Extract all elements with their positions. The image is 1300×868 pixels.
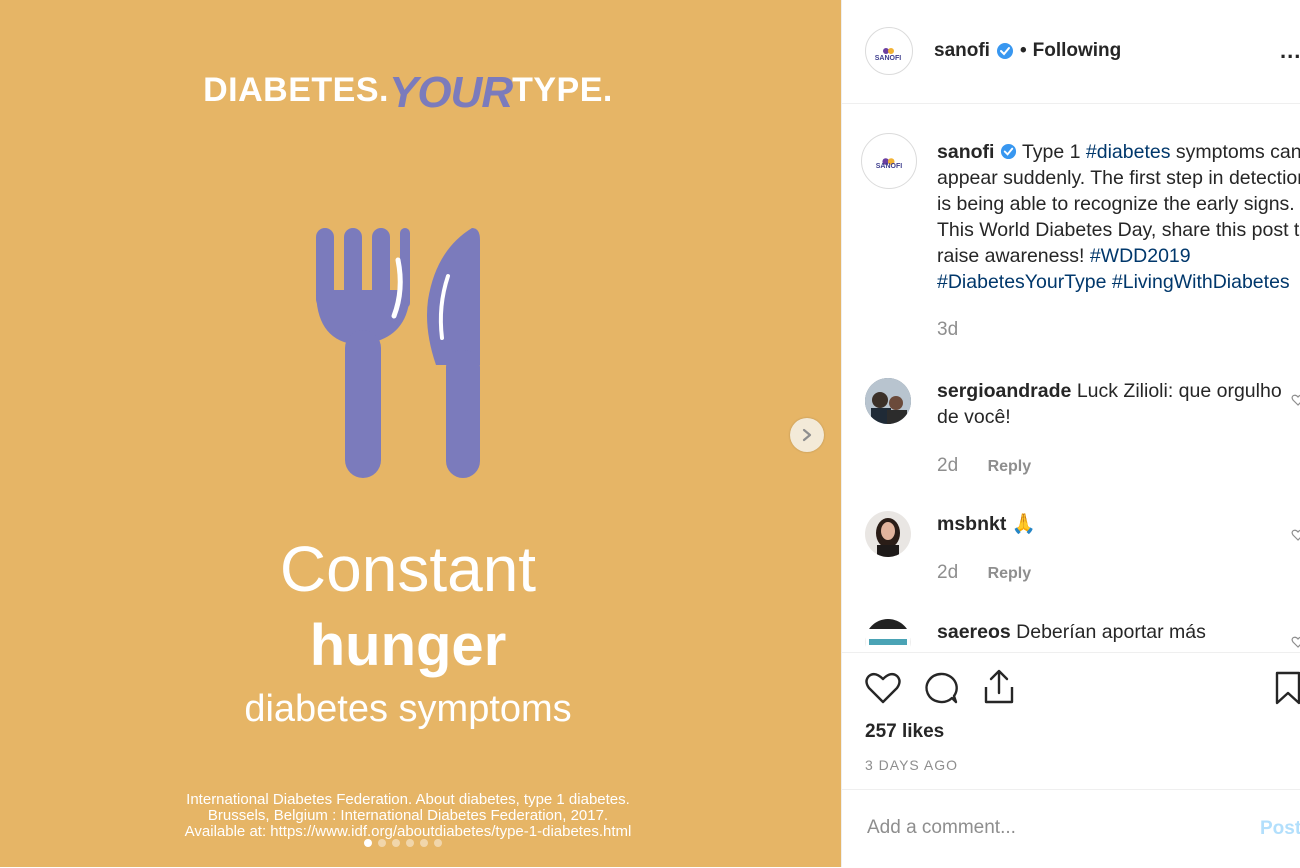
citation-line: Available at: https://www.idf.org/aboutd… — [184, 823, 632, 840]
caption-timestamp[interactable]: 3d — [937, 317, 1300, 343]
username-link[interactable]: sanofi — [934, 40, 990, 62]
more-options-icon[interactable]: ... — [1280, 38, 1300, 64]
comment-input[interactable] — [865, 816, 1229, 840]
verified-badge-icon — [996, 43, 1013, 59]
verified-badge-icon — [1000, 143, 1016, 160]
caption-avatar[interactable] — [861, 133, 917, 189]
carousel-dot — [364, 839, 372, 847]
caption-username[interactable]: sanofi — [937, 141, 994, 163]
comment-like-icon[interactable] — [1291, 393, 1300, 407]
avatar[interactable] — [865, 27, 913, 75]
comment-username[interactable]: saereos — [937, 621, 1011, 643]
header-user: sanofi • Following — [934, 40, 1121, 62]
following-button[interactable]: Following — [1033, 40, 1122, 62]
comments-list[interactable]: SANOFI sanofi Type 1 #diabetes symptoms … — [842, 104, 1300, 652]
post-comment-button[interactable]: Post — [1260, 818, 1300, 840]
citation-line: Brussels, Belgium : International Diabet… — [207, 807, 609, 824]
citation-line: International Diabetes Federation. About… — [186, 791, 630, 808]
carousel-dot — [434, 839, 442, 847]
comment-timestamp[interactable]: 2d — [937, 455, 958, 476]
comment-text: 🙏 — [1011, 513, 1037, 535]
post-sidebar: SANOFI sanofi • Following ... SANOFI san… — [841, 0, 1300, 867]
separator: • — [1019, 40, 1027, 61]
carousel-indicator — [364, 839, 442, 847]
post-image: DIABETES.YOURTYPE. Constant hunger diabe… — [0, 0, 841, 867]
carousel-dot — [420, 839, 428, 847]
avatar[interactable] — [865, 378, 911, 424]
avatar[interactable] — [865, 619, 911, 652]
comment-text: Deberían aportar más — [1016, 621, 1206, 643]
post-actions: 257 likes 3 DAYS AGO — [842, 652, 1300, 790]
post-header: SANOFI sanofi • Following ... — [842, 0, 1300, 104]
comment-like-icon[interactable] — [1291, 635, 1300, 649]
carousel-dot — [378, 839, 386, 847]
share-icon[interactable] — [982, 669, 1016, 705]
user-photo-icon — [865, 619, 911, 652]
bookmark-icon[interactable] — [1274, 671, 1300, 705]
caption-text: Type 1 — [1021, 141, 1086, 163]
comment-username[interactable]: msbnkt — [937, 513, 1006, 535]
headline-constant: Constant — [279, 533, 537, 605]
hashtag-link[interactable]: #DiabetesYourType — [937, 271, 1106, 293]
hashtag-link[interactable]: #WDD2019 — [1090, 245, 1191, 267]
reply-button[interactable]: Reply — [988, 565, 1032, 582]
like-heart-icon[interactable] — [865, 671, 901, 705]
user-photo-icon — [865, 378, 911, 424]
avatar[interactable] — [865, 511, 911, 557]
comment-bubble-icon[interactable] — [923, 671, 959, 705]
comment-like-icon[interactable] — [1291, 528, 1300, 542]
headline-subtitle: diabetes symptoms — [244, 688, 572, 730]
avatar-label: SANOFI — [874, 55, 902, 62]
hashtag-link[interactable]: #LivingWithDiabetes — [1112, 271, 1290, 293]
citation: International Diabetes Federation. About… — [0, 792, 816, 840]
brand-your: YOUR — [388, 68, 513, 117]
likes-count[interactable]: 257 likes — [865, 721, 944, 743]
carousel-dot — [406, 839, 414, 847]
user-photo-icon — [865, 511, 911, 557]
comment: saereos Deberían aportar más — [937, 619, 1300, 645]
fork-knife-icon — [316, 228, 480, 478]
comment: sergioandrade Luck Zilioli: que orgulho … — [937, 378, 1300, 480]
reply-button[interactable]: Reply — [988, 458, 1032, 475]
comment-username[interactable]: sergioandrade — [937, 380, 1071, 402]
brand-type: TYPE. — [512, 71, 613, 109]
comment-timestamp[interactable]: 2d — [937, 562, 958, 583]
comment: msbnkt 🙏 2d Reply — [937, 511, 1300, 587]
brand-diabetes: DIABETES. — [203, 71, 389, 109]
chevron-right-icon — [802, 428, 812, 442]
hashtag-link[interactable]: #diabetes — [1086, 141, 1171, 163]
next-slide-button[interactable] — [790, 418, 824, 452]
caption: sanofi Type 1 #diabetes symptoms can app… — [937, 139, 1300, 343]
campaign-logo: DIABETES.YOURTYPE. — [0, 62, 816, 117]
avatar-label: SANOFI — [875, 163, 903, 170]
headline-hunger: hunger — [309, 613, 507, 678]
add-comment-bar: Post — [842, 789, 1300, 868]
carousel-dot — [392, 839, 400, 847]
post-date[interactable]: 3 DAYS AGO — [865, 757, 958, 773]
